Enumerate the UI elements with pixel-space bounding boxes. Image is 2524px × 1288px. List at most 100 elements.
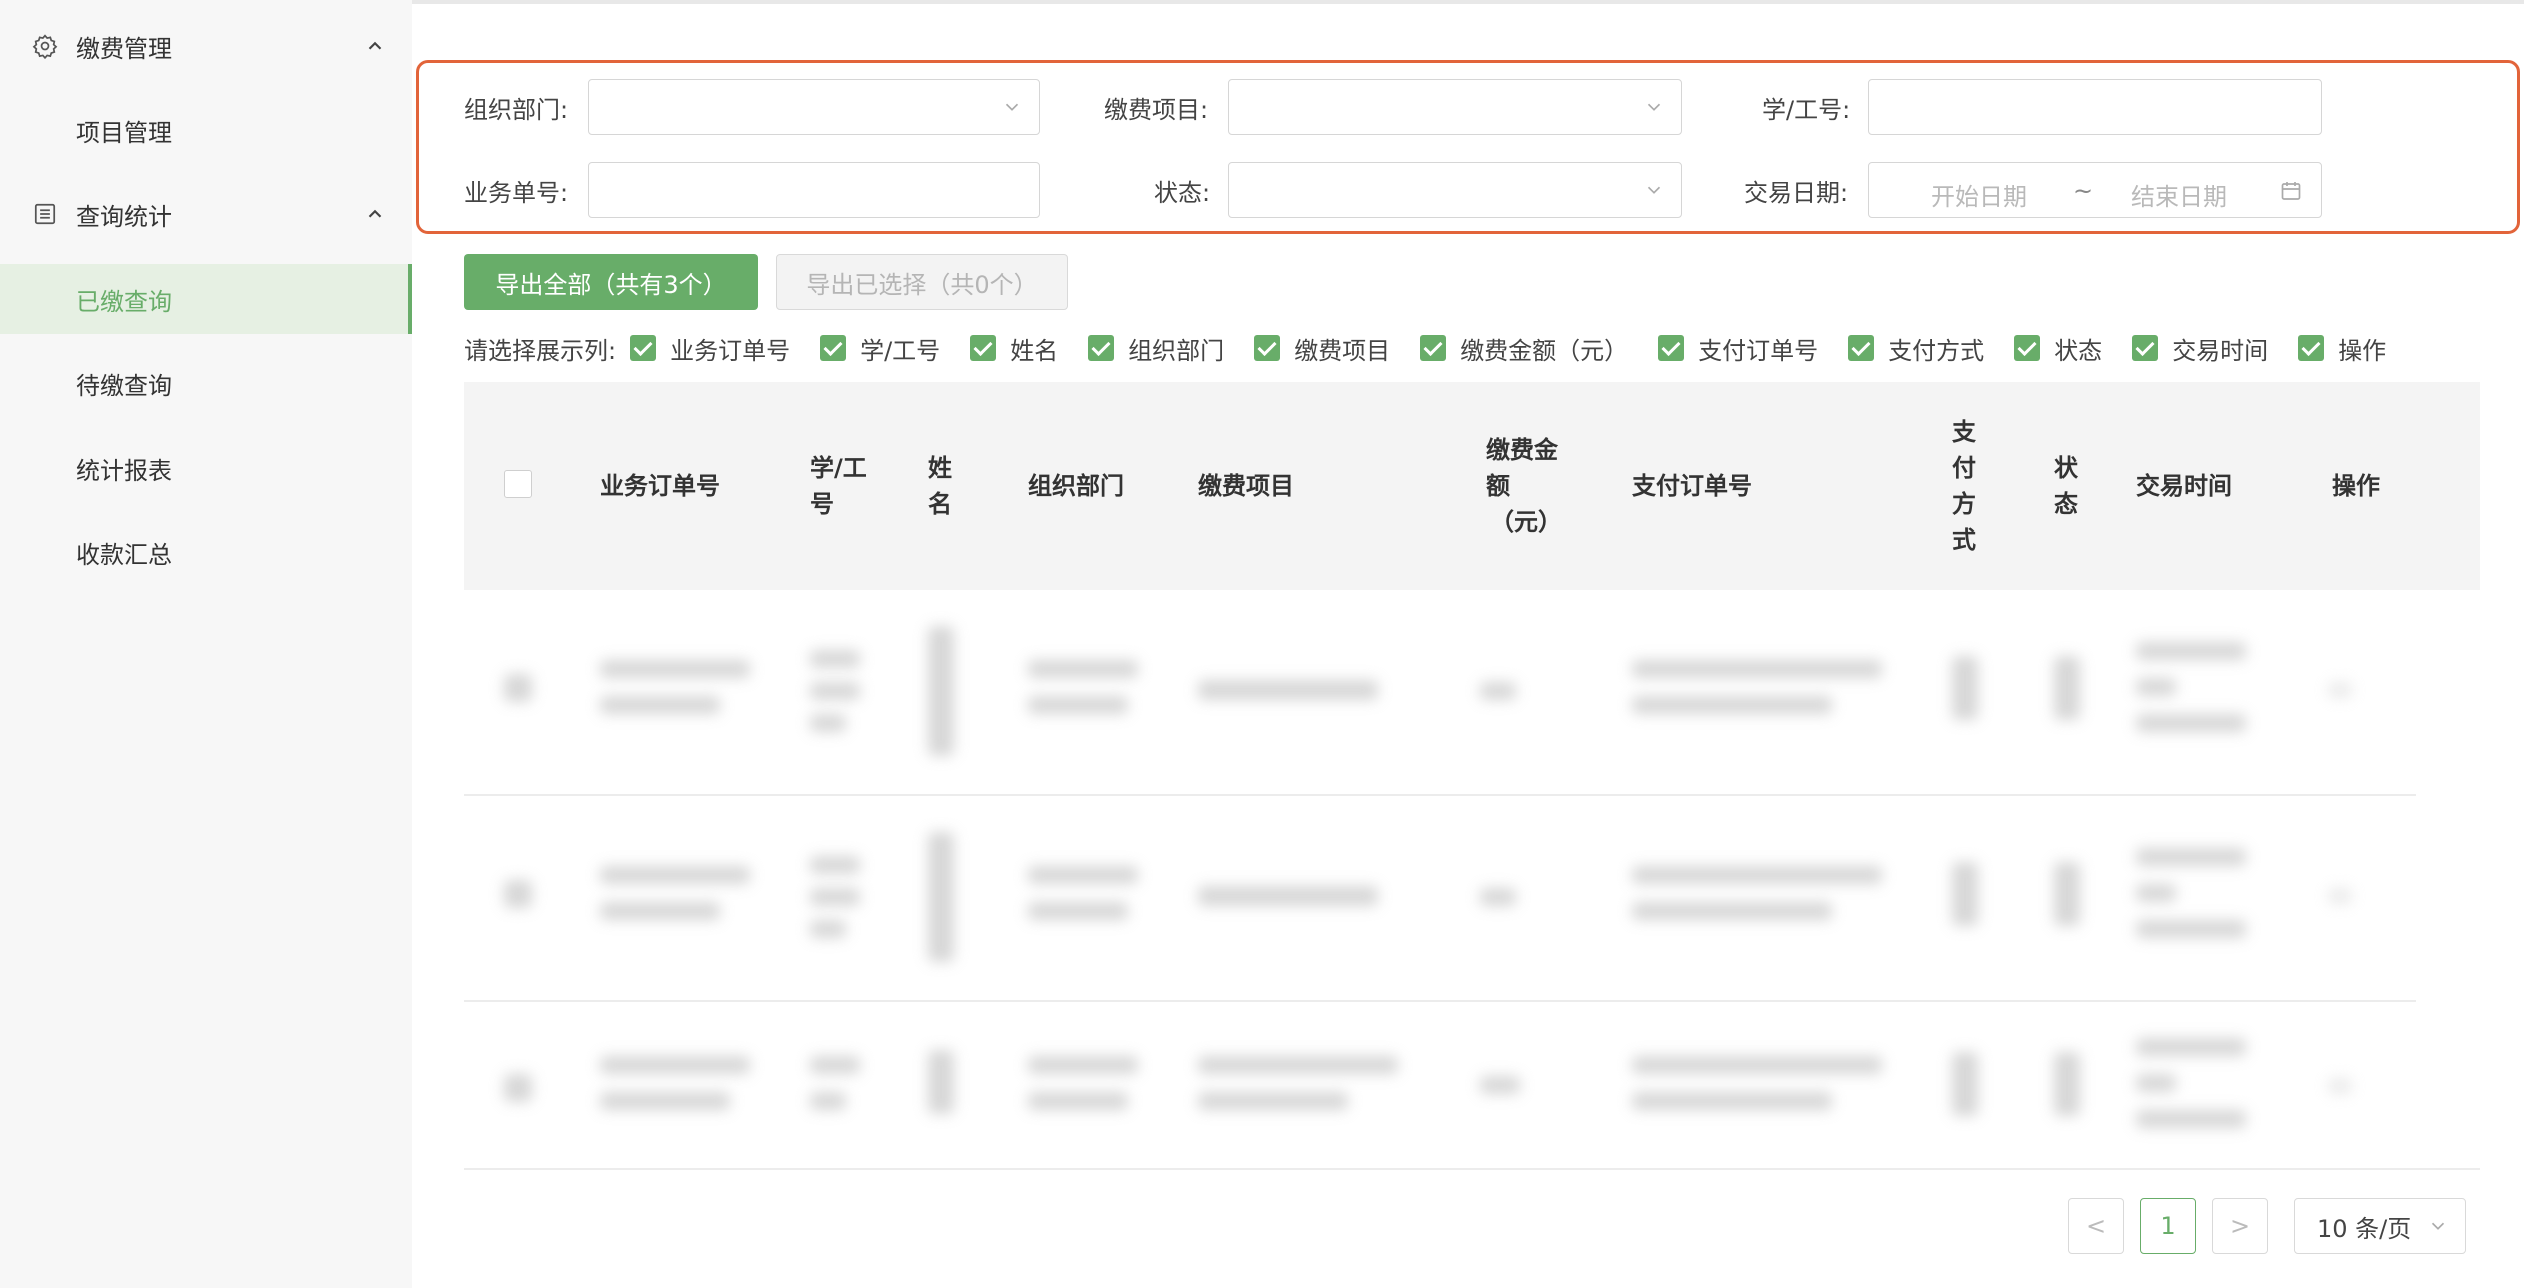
redacted-cell — [1198, 1056, 1398, 1074]
redacted-cell — [1028, 902, 1128, 920]
row-checkbox[interactable] — [504, 1074, 532, 1102]
redacted-cell — [1632, 866, 1882, 884]
column-option[interactable]: 业务订单号 — [630, 331, 790, 366]
redacted-cell — [1198, 1092, 1348, 1110]
redacted-cell — [1632, 696, 1832, 714]
redacted-cell — [600, 1056, 750, 1074]
column-option[interactable]: 组织部门 — [1088, 331, 1224, 366]
sidebar-item-pending-query[interactable]: 待缴查询 — [0, 348, 412, 418]
redacted-cell — [1952, 656, 1978, 720]
column-option-label: 组织部门 — [1128, 336, 1225, 365]
column-option[interactable]: 缴费项目 — [1254, 331, 1390, 366]
sidebar-item-label: 统计报表 — [76, 456, 172, 485]
checkbox-checked-icon[interactable] — [630, 335, 657, 361]
next-page-button[interactable]: > — [2212, 1198, 2268, 1254]
status-label: 状态: — [1154, 179, 1211, 207]
export-selected-button[interactable]: 导出已选择（共0个） — [776, 254, 1068, 310]
redacted-cell — [1028, 660, 1138, 678]
select-all-checkbox[interactable] — [504, 470, 532, 498]
header-trade-time: 交易时间 — [2136, 472, 2232, 500]
column-option-label: 姓名 — [1010, 336, 1059, 365]
column-option[interactable]: 交易时间 — [2132, 331, 2268, 366]
checkbox-checked-icon[interactable] — [2014, 335, 2041, 361]
redacted-cell — [2328, 682, 2352, 698]
column-option[interactable]: 支付订单号 — [1658, 331, 1818, 366]
header-order-no: 业务订单号 — [600, 472, 720, 500]
redacted-cell — [1028, 866, 1138, 884]
header-amount-l3: （元） — [1490, 508, 1562, 536]
sidebar: 缴费管理 项目管理 查询统计 已缴查询 待缴查询 统计报表 收款汇总 — [0, 0, 412, 1288]
redacted-cell — [810, 682, 860, 700]
page-size-select[interactable]: 10 条/页 — [2294, 1198, 2466, 1254]
redacted-cell — [1198, 886, 1378, 906]
header-name-l2: 名 — [928, 490, 952, 518]
redacted-cell — [2136, 714, 2246, 732]
column-option[interactable]: 姓名 — [970, 331, 1058, 366]
student-id-input[interactable] — [1868, 79, 2322, 135]
column-option[interactable]: 支付方式 — [1848, 331, 1984, 366]
redacted-cell — [600, 660, 750, 678]
redacted-cell — [810, 714, 846, 732]
redacted-cell — [2054, 862, 2080, 926]
redacted-cell — [810, 1056, 860, 1074]
org-dept-label: 组织部门: — [464, 96, 569, 124]
column-option[interactable]: 缴费金额（元） — [1420, 331, 1628, 366]
redacted-cell — [1632, 660, 1882, 678]
export-all-button[interactable]: 导出全部（共有3个） — [464, 254, 758, 310]
column-option[interactable]: 操作 — [2298, 331, 2386, 366]
redacted-cell — [2328, 1078, 2352, 1094]
checkbox-checked-icon[interactable] — [2298, 335, 2325, 361]
checkbox-checked-icon[interactable] — [2132, 335, 2159, 361]
sidebar-item-paid-query[interactable]: 已缴查询 — [0, 264, 412, 334]
redacted-cell — [2136, 920, 2246, 938]
fee-item-label: 缴费项目: — [1104, 96, 1209, 124]
row-checkbox[interactable] — [504, 674, 532, 702]
sidebar-item-collection-summary[interactable]: 收款汇总 — [0, 517, 412, 587]
column-option[interactable]: 学/工号 — [820, 331, 940, 366]
status-select[interactable] — [1228, 162, 1682, 218]
checkbox-checked-icon[interactable] — [1420, 335, 1447, 361]
table-row[interactable] — [464, 590, 2480, 794]
table-bottom-border — [464, 1168, 2480, 1170]
row-checkbox[interactable] — [504, 880, 532, 908]
header-amount-l2: 额 — [1486, 472, 1510, 500]
sidebar-item-label: 已缴查询 — [76, 287, 172, 316]
table-row[interactable] — [464, 796, 2480, 1000]
biz-order-input[interactable] — [588, 162, 1040, 218]
column-option[interactable]: 状态 — [2014, 331, 2102, 366]
table-row[interactable] — [464, 1002, 2480, 1170]
redacted-cell — [810, 650, 860, 668]
checkbox-checked-icon[interactable] — [820, 335, 847, 361]
header-pay-order: 支付订单号 — [1632, 472, 1752, 500]
checkbox-checked-icon[interactable] — [1848, 335, 1875, 361]
page-1-button[interactable]: 1 — [2140, 1198, 2196, 1254]
header-status-l1: 状 — [2054, 454, 2078, 482]
checkbox-checked-icon[interactable] — [1254, 335, 1281, 361]
gear-icon — [32, 34, 58, 59]
menu-group-query-stats[interactable]: 查询统计 — [0, 172, 412, 256]
redacted-cell — [2136, 884, 2176, 902]
checkbox-checked-icon[interactable] — [1088, 335, 1115, 361]
sidebar-item-label: 项目管理 — [76, 118, 172, 147]
chevron-down-icon — [1647, 103, 1661, 111]
redacted-cell — [928, 1050, 954, 1114]
fee-item-select[interactable] — [1228, 79, 1682, 135]
redacted-cell — [2136, 848, 2246, 866]
prev-page-button[interactable]: < — [2068, 1198, 2124, 1254]
list-icon — [34, 203, 56, 225]
trade-date-range[interactable]: 开始日期 ~ 结束日期 — [1868, 162, 2322, 218]
menu-group-fee-management[interactable]: 缴费管理 — [0, 4, 412, 88]
checkbox-checked-icon[interactable] — [1658, 335, 1685, 361]
menu-group-label: 查询统计 — [76, 202, 172, 231]
redacted-cell — [1028, 696, 1128, 714]
sidebar-item-stat-report[interactable]: 统计报表 — [0, 433, 412, 503]
header-fee-item: 缴费项目 — [1198, 472, 1294, 500]
chevron-up-icon — [368, 209, 382, 218]
sidebar-item-project-management[interactable]: 项目管理 — [0, 95, 412, 165]
calendar-icon — [2281, 182, 2301, 200]
redacted-cell — [928, 626, 954, 756]
menu-group-label: 缴费管理 — [76, 34, 172, 63]
header-student-id-l2: 号 — [810, 490, 834, 518]
org-dept-select[interactable] — [588, 79, 1040, 135]
checkbox-checked-icon[interactable] — [970, 335, 997, 361]
